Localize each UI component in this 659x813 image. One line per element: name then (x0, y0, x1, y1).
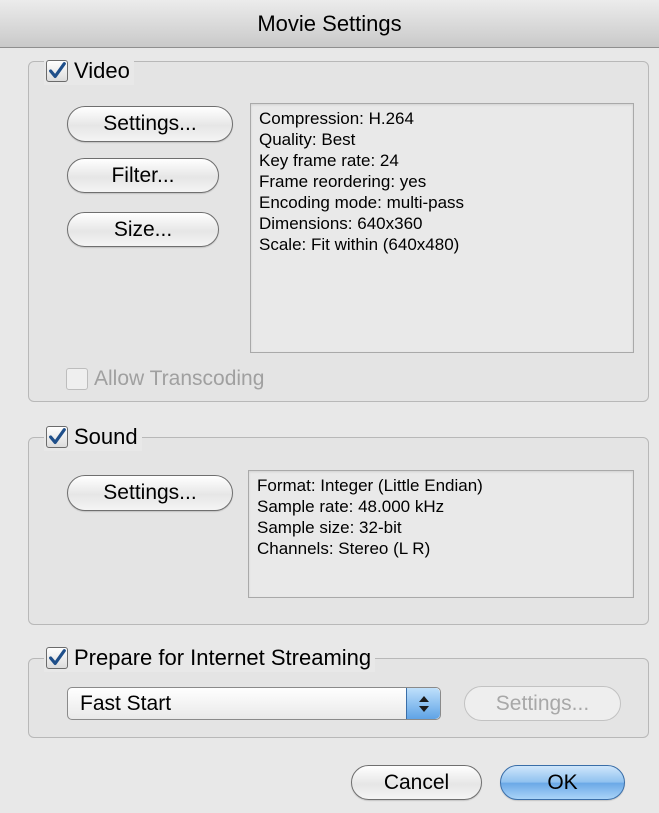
allow-transcoding-checkbox[interactable]: Allow Transcoding (66, 365, 264, 393)
title-bar: Movie Settings (0, 0, 659, 48)
checkmark-icon (49, 428, 66, 445)
size-label: Size... (113, 217, 173, 241)
sound-checkbox[interactable] (46, 426, 68, 448)
sound-legend: Sound (44, 423, 142, 451)
streaming-legend: Prepare for Internet Streaming (44, 644, 376, 672)
streaming-checkbox[interactable] (46, 647, 68, 669)
checkmark-icon (49, 649, 66, 666)
video-info-box: Compression: H.264 Quality: Best Key fra… (250, 103, 634, 353)
checkmark-icon (49, 62, 66, 79)
cancel-button[interactable]: Cancel (351, 765, 482, 800)
streaming-settings-button[interactable]: Settings... (464, 686, 621, 721)
video-info-line: Dimensions: 640x360 (259, 214, 423, 233)
video-info-line: Frame reordering: yes (259, 172, 427, 191)
sound-settings-label: Settings... (103, 481, 197, 504)
ok-label: OK (547, 770, 578, 794)
streaming-label: Prepare for Internet Streaming (74, 645, 372, 670)
video-legend: Video (44, 57, 134, 85)
sound-info-box: Format: Integer (Little Endian) Sample r… (248, 470, 634, 598)
allow-transcoding-box (66, 368, 88, 390)
video-checkbox[interactable] (46, 60, 68, 82)
video-info-line: Compression: H.264 (259, 109, 414, 128)
updown-arrows-icon (418, 695, 429, 712)
window-title: Movie Settings (257, 10, 402, 36)
streaming-settings-label: Settings... (495, 691, 590, 715)
video-settings-button[interactable]: Settings... (67, 106, 233, 142)
sound-settings-button[interactable]: Settings... (67, 475, 233, 511)
filter-label: Filter... (111, 163, 175, 187)
video-label: Video (74, 58, 130, 83)
video-settings-label: Settings... (103, 112, 197, 135)
streaming-mode-value: Fast Start (80, 691, 172, 715)
video-info-line: Scale: Fit within (640x480) (259, 235, 460, 254)
video-info-line: Quality: Best (259, 130, 356, 149)
cancel-label: Cancel (383, 770, 450, 794)
video-info-line: Key frame rate: 24 (259, 151, 399, 170)
ok-button[interactable]: OK (500, 765, 625, 800)
sound-info-line: Format: Integer (Little Endian) (257, 476, 483, 495)
size-button[interactable]: Size... (67, 212, 219, 247)
allow-transcoding-label: Allow Transcoding (94, 367, 265, 390)
filter-button[interactable]: Filter... (67, 158, 219, 193)
video-info-line: Encoding mode: multi-pass (259, 193, 465, 212)
movie-settings-window: Movie Settings Video Settings... Filter.… (0, 0, 659, 813)
sound-info-line: Sample rate: 48.000 kHz (257, 497, 445, 516)
sound-label: Sound (74, 424, 138, 449)
streaming-mode-select[interactable]: Fast Start (67, 687, 441, 720)
sound-info-line: Channels: Stereo (L R) (257, 539, 431, 558)
select-arrows-icon (406, 688, 440, 719)
sound-info-line: Sample size: 32-bit (257, 518, 402, 537)
